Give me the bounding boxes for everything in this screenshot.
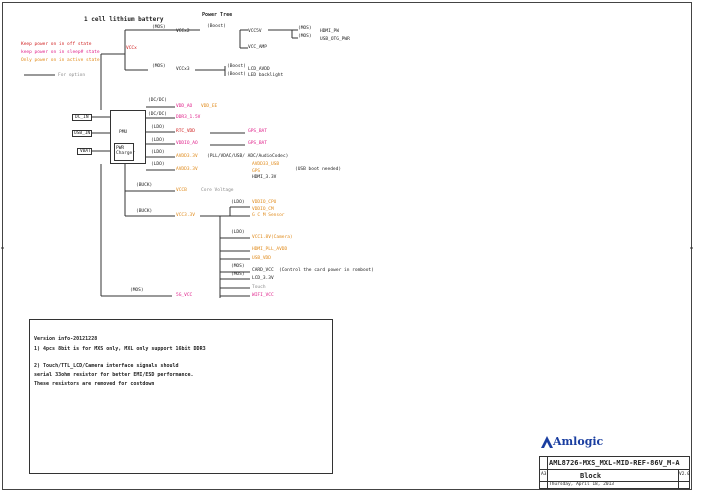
avdd3v-note: (PLL/VDAC/USB/ ADC/AudioCodec) bbox=[207, 154, 289, 159]
buck-label: (BUCK) bbox=[136, 183, 153, 188]
boost-label: (Boost) bbox=[207, 24, 226, 29]
dc-in-connector: DC_IN bbox=[72, 114, 92, 121]
hdmi-33-label: HDMI_3.3V bbox=[252, 175, 277, 180]
dcdc-label: (DC/DC) bbox=[148, 112, 167, 117]
core-voltage-label: Core Voltage bbox=[201, 188, 234, 193]
led-backlight-label: LED backlight bbox=[248, 73, 284, 78]
legend-option: For option bbox=[58, 73, 86, 78]
revision: V2.0 bbox=[679, 472, 690, 477]
diagram-title: 1 cell lithium battery bbox=[84, 16, 164, 23]
card-vcc-label: CARD_VCC bbox=[252, 268, 274, 273]
gps-label: GPS bbox=[252, 169, 261, 174]
usb-in-label: USB_IN bbox=[74, 131, 91, 136]
notes-line-4: serial 33ohm resistor for better EMI/ESD… bbox=[34, 372, 194, 378]
notes-line-1: Version info-20121228 bbox=[34, 336, 98, 342]
vccx-label: VCCx bbox=[126, 46, 137, 51]
legend-active-state: Only power on in active state bbox=[21, 58, 100, 63]
legend-sleep-state: keep power on in sleep# state bbox=[21, 50, 100, 55]
document-title: AML8726-MXS_MXL-MID-REF-86V_M-A bbox=[549, 459, 680, 467]
usb-boot-note: (USB boot needed) bbox=[295, 167, 342, 172]
usb-in-connector: USB_IN bbox=[72, 130, 92, 137]
rtc-vdd-label: RTC_VDD bbox=[176, 129, 195, 134]
pmu-block: PMU PWR Charger bbox=[110, 110, 146, 164]
version-notes-box: Version info-20121228 1) 4pcs 8bit is fo… bbox=[29, 319, 333, 474]
vbat-connector: VBAT bbox=[77, 148, 92, 155]
ldo-label: (LDO) bbox=[151, 125, 165, 130]
amlogic-logo-icon bbox=[541, 436, 553, 448]
sheet-date: Thursday, April 18, 2013 bbox=[549, 482, 615, 487]
card-vcc-note: (Control the card power in romboot) bbox=[279, 268, 374, 273]
dcdc-label: (DC/DC) bbox=[148, 98, 167, 103]
mos-label: (MOS) bbox=[130, 288, 144, 293]
ldo-label: (LDO) bbox=[151, 162, 165, 167]
charger-block: PWR Charger bbox=[114, 143, 135, 161]
mos-label: (MOS) bbox=[298, 34, 312, 39]
vbat-label: VBAT bbox=[80, 149, 91, 154]
gps-bat-label-2: GPS_BAT bbox=[248, 141, 267, 146]
ddr3-label: DDR3_1.5V bbox=[176, 115, 201, 120]
amlogic-logo: Amlogic bbox=[540, 434, 630, 450]
ldo-label: (LDO) bbox=[151, 150, 165, 155]
vddio-cpu-label: VDDIO_CPU bbox=[252, 200, 277, 205]
ldo-label: (LDO) bbox=[151, 138, 165, 143]
boost-label: (Boost) bbox=[227, 72, 246, 77]
power-tree-label: Power Tree bbox=[202, 12, 233, 18]
mos-label: (MOS) bbox=[298, 26, 312, 31]
sheet-name: Block bbox=[580, 472, 602, 480]
vccx3-label: VCCx3 bbox=[176, 67, 190, 72]
vcc5v-label: VCC5V bbox=[248, 29, 262, 34]
usb-vdd-label: USB_VDD bbox=[252, 256, 271, 261]
vddio-ao-label: VDDIO_AO bbox=[176, 141, 198, 146]
dc-in-label: DC_IN bbox=[75, 115, 89, 120]
vccx2-label: VCCx2 bbox=[176, 29, 190, 34]
notes-line-5: These resistors are removed for costdown bbox=[34, 381, 155, 387]
charger-label: PWR Charger bbox=[116, 146, 135, 156]
usb-otg-pwr-label: USB_OTG_PWR bbox=[320, 37, 350, 42]
mos-label: (MOS) bbox=[231, 272, 245, 277]
mos-label: (MOS) bbox=[231, 264, 245, 269]
mos-label: (MOS) bbox=[152, 64, 166, 69]
title-block: A3 AML8726-MXS_MXL-MID-REF-86V_M-A Block… bbox=[539, 456, 690, 489]
notes-line-3: 2) Touch/TTL_LCD/Camera interface signal… bbox=[34, 363, 179, 369]
gps-bat-label-1: GPS_BAT bbox=[248, 129, 267, 134]
vccb-label: VCCB bbox=[176, 188, 187, 193]
pmu-label: PMU bbox=[119, 130, 128, 135]
vddio-cm-label: VDDIO_CM bbox=[252, 207, 274, 212]
mos-label: (MOS) bbox=[152, 25, 166, 30]
amlogic-logo-text: Amlogic bbox=[553, 435, 604, 448]
vcc18-camera-label: VCC1.8V(Camera) bbox=[252, 235, 293, 240]
vdd-ao-label: VDD_AO bbox=[176, 104, 193, 109]
hdmi-pll-avdd-label: HDMI_PLL_AVDD bbox=[252, 247, 288, 252]
vcc-amp-label: VCC_AMP bbox=[248, 45, 267, 50]
vcc3-3v-label: VCC3.3V bbox=[176, 213, 195, 218]
lcd-avdd-label: LCD_AVDD bbox=[248, 67, 270, 72]
vdd-ee-label: VDD_EE bbox=[201, 104, 218, 109]
avdd3v-label: AVDD3.3V bbox=[176, 154, 198, 159]
wifi-vcc-label: WIFI_VCC bbox=[252, 293, 274, 298]
lcd-33-label: LCD_3.3V bbox=[252, 276, 274, 281]
avdd33-usb-label: AVDD33_USB bbox=[252, 162, 280, 167]
notes-line-2: 1) 4pcs 8bit is for MXS only, MXL only s… bbox=[34, 346, 206, 352]
touch-label: Touch bbox=[252, 285, 266, 290]
ldo-label: (LDO) bbox=[231, 230, 245, 235]
5g-vcc-label: 5G_VCC bbox=[176, 293, 193, 298]
gcm-sensor-label: G C M Sensor bbox=[252, 213, 285, 218]
boost-label: (Boost) bbox=[227, 64, 246, 69]
sheet-size: A3 bbox=[541, 472, 547, 477]
legend-off-state: Keep power on in off state bbox=[21, 42, 92, 47]
hdmi-pw-label: HDMI_PW bbox=[320, 29, 339, 34]
buck-label: (BUCK) bbox=[136, 209, 153, 214]
avdd3v-second-label: AVDD3.3V bbox=[176, 167, 198, 172]
ldo-label: (LDO) bbox=[231, 200, 245, 205]
